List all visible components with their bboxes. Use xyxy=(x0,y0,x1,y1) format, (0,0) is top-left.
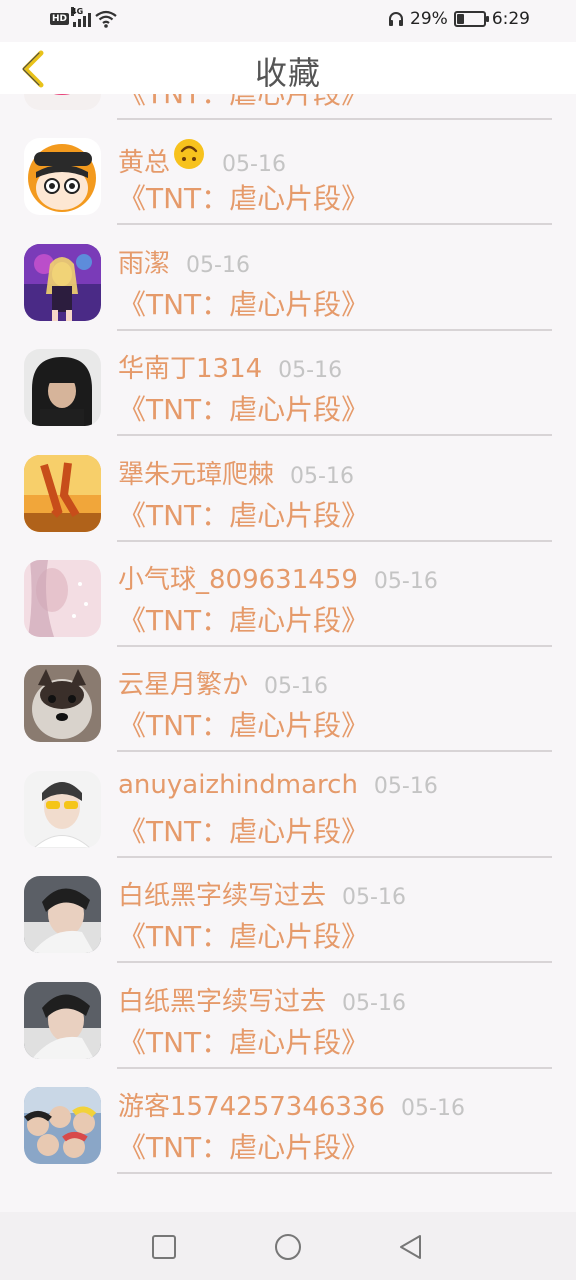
status-right: 29% 6:29 xyxy=(388,9,530,29)
item-title-link[interactable]: 《TNT：虐心片段》 xyxy=(118,283,369,323)
item-header-line: 白纸黑字续写过去 05-16 xyxy=(118,981,406,1018)
item-title-link[interactable]: 《TNT：虐心片段》 xyxy=(118,599,369,639)
username[interactable]: 犟朱元璋爬棘 xyxy=(118,454,274,491)
username[interactable]: 云星月繁か xyxy=(118,664,248,701)
hd-badge: HD xyxy=(50,13,70,25)
user-avatar[interactable] xyxy=(24,665,101,743)
username[interactable]: 游客1574257346336 xyxy=(118,1086,385,1123)
item-date: 05-16 xyxy=(401,1096,465,1121)
clock: 6:29 xyxy=(491,9,530,29)
status-left: HD 4G xyxy=(50,7,117,28)
item-date: 05-16 xyxy=(290,463,354,489)
hooded-person-avatar-image xyxy=(24,349,101,427)
battery-icon xyxy=(453,11,489,27)
user-avatar[interactable] xyxy=(24,349,101,427)
headphones-icon xyxy=(389,12,404,26)
favorite-list-item[interactable]: 犟朱元璋爬棘 05-16 《TNT：虐心片段》 xyxy=(0,436,576,542)
cartoon-girl-avatar-image xyxy=(24,138,101,216)
anime-girl-avatar-image xyxy=(24,243,101,321)
item-title-link[interactable]: 《TNT：虐心片段》 xyxy=(118,704,369,744)
favorite-list-item[interactable]: anuyaizhindmarch 05-16 《TNT：虐心片段》 xyxy=(0,752,576,858)
item-date: 05-16 xyxy=(222,152,286,178)
favorite-list-item[interactable]: 白纸黑字续写过去 05-16 《TNT：虐心片段》 xyxy=(0,857,576,964)
app-header: 收藏 xyxy=(0,42,576,94)
favorite-list-item[interactable]: 华南丁1314 05-16 《TNT：虐心片段》 xyxy=(0,330,576,437)
user-avatar[interactable] xyxy=(24,454,101,532)
item-date: 05-16 xyxy=(373,569,438,594)
page-title: 收藏 xyxy=(254,54,321,92)
walking-autumn-avatar-image xyxy=(24,454,101,532)
network-type-label: 4G xyxy=(71,7,84,16)
item-title-link[interactable]: 《TNT：虐心片段》 xyxy=(118,388,369,428)
username[interactable]: anuyaizhindmarch xyxy=(118,770,358,800)
row-divider xyxy=(117,1172,552,1174)
wifi-icon xyxy=(95,10,117,28)
battery-percent: 29% xyxy=(410,9,448,29)
user-avatar[interactable] xyxy=(24,981,101,1059)
user-avatar[interactable] xyxy=(24,770,101,848)
user-avatar[interactable] xyxy=(24,1087,101,1164)
dog-photo-avatar-image xyxy=(24,665,101,743)
item-title-link[interactable]: 《TNT：虐心片段》 xyxy=(118,177,369,217)
home-button[interactable] xyxy=(271,1230,305,1264)
user-avatar[interactable] xyxy=(24,560,101,637)
upside-down-face-emoji xyxy=(174,139,205,170)
item-header-line: 雨潔 05-16 xyxy=(118,243,250,280)
battery-level-fill xyxy=(456,14,465,24)
item-header-line: 华南丁1314 05-16 xyxy=(118,348,342,385)
boy-portrait-avatar-image xyxy=(24,876,101,954)
favorite-list-item[interactable]: 雨潔 05-16 《TNT：虐心片段》 xyxy=(0,225,576,331)
square-icon xyxy=(152,1235,176,1259)
favorite-list-item[interactable]: 云星月繁か 05-16 《TNT：虐心片段》 xyxy=(0,646,576,753)
group-photo-avatar-image xyxy=(24,1087,101,1164)
username[interactable]: 白纸黑字续写过去 xyxy=(118,875,326,912)
system-nav-bar xyxy=(0,1212,576,1280)
username[interactable]: 华南丁1314 xyxy=(118,348,262,385)
user-avatar[interactable] xyxy=(24,876,101,954)
item-title-link[interactable]: 《TNT：虐心片段》 xyxy=(118,915,369,955)
item-header-line: 云星月繁か 05-16 xyxy=(118,664,328,701)
user-avatar[interactable] xyxy=(24,243,101,321)
item-header-line: 游客1574257346336 05-16 xyxy=(118,1086,465,1123)
favorite-list-item[interactable]: 游客1574257346336 05-16 《TNT：虐心片段》 xyxy=(0,1068,576,1174)
item-header-line: 小气球_809631459 05-16 xyxy=(118,559,438,596)
item-date: 05-16 xyxy=(186,252,250,278)
item-header-line: anuyaizhindmarch 05-16 xyxy=(118,770,438,800)
item-header-line: 犟朱元璋爬棘 05-16 xyxy=(118,454,354,491)
item-date: 05-16 xyxy=(342,990,406,1016)
username[interactable]: 小气球_809631459 xyxy=(118,559,358,596)
circle-icon xyxy=(275,1234,301,1260)
item-date: 05-16 xyxy=(342,885,406,911)
item-title-link[interactable]: 《TNT：虐心片段》 xyxy=(118,494,369,534)
item-header-line: 白纸黑字续写过去 05-16 xyxy=(118,875,406,912)
favorite-list-item[interactable]: 白纸黑字续写过去 05-16 《TNT：虐心片段》 xyxy=(0,963,576,1069)
triangle-back-icon xyxy=(400,1235,421,1259)
boy-sunglasses-avatar-image xyxy=(24,770,101,848)
item-date: 05-16 xyxy=(278,358,343,384)
item-date: 05-16 xyxy=(373,773,438,799)
username[interactable]: 白纸黑字续写过去 xyxy=(118,981,326,1018)
username[interactable]: 黄总 xyxy=(118,142,170,179)
username[interactable]: 雨潔 xyxy=(118,243,170,280)
back-nav-button[interactable] xyxy=(393,1230,427,1264)
item-header-line: 黄总 05-16 xyxy=(118,137,286,179)
user-avatar[interactable] xyxy=(24,138,101,216)
favorite-list-item[interactable]: 黄总 05-16 《TNT：虐心片段》 xyxy=(0,119,576,226)
item-title-link[interactable]: 《TNT：虐心片段》 xyxy=(118,1126,369,1166)
favorite-list-item[interactable]: 小气球_809631459 05-16 《TNT：虐心片段》 xyxy=(0,541,576,647)
boy-portrait-avatar-image xyxy=(24,981,101,1059)
signal-icon: 4G xyxy=(71,7,92,27)
status-bar: HD 4G 29% 6:29 xyxy=(0,0,576,42)
favorites-list[interactable]: freepesoplel05-16《TNT：虐心片段》黄总05-16《TNT：虐… xyxy=(0,42,576,1212)
recent-apps-button[interactable] xyxy=(147,1230,181,1264)
item-title-link[interactable]: 《TNT：虐心片段》 xyxy=(118,810,369,850)
soft-girl-avatar-image xyxy=(24,560,101,637)
item-title-link[interactable]: 《TNT：虐心片段》 xyxy=(118,1021,369,1061)
item-date: 05-16 xyxy=(264,674,328,700)
